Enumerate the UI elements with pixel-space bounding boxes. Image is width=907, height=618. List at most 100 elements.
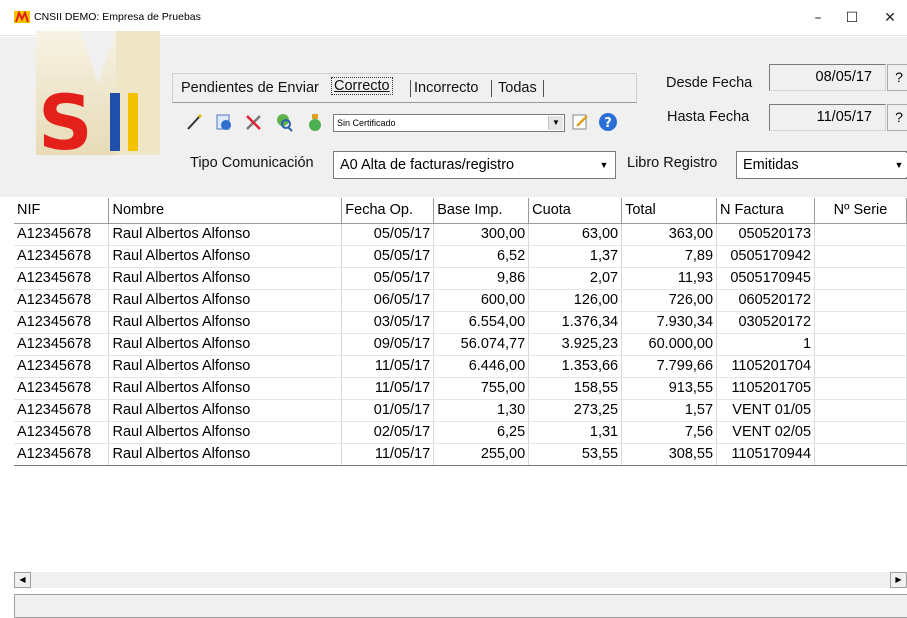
table-cell-nombre: Raul Albertos Alfonso xyxy=(108,333,343,356)
table-cell-n-factura: 0505170942 xyxy=(716,245,816,268)
table-cell-fecha-op: 05/05/17 xyxy=(341,223,435,246)
column-header-n-serie[interactable]: Nº Serie xyxy=(814,198,907,224)
close-button[interactable]: ✕ xyxy=(875,7,905,29)
table-row[interactable]: A12345678 Raul Albertos Alfonso 05/05/17 6,… xyxy=(14,245,907,268)
table-cell-cuota: 273,25 xyxy=(528,399,623,422)
column-header-total[interactable]: Total xyxy=(621,198,718,224)
table-cell-fecha-op: 02/05/17 xyxy=(341,421,435,444)
table-cell-nif: A12345678 xyxy=(14,245,110,268)
table-cell-n-factura: 0505170945 xyxy=(716,267,816,290)
table-cell-base-imp: 1,30 xyxy=(433,399,530,422)
edit-icon[interactable] xyxy=(570,112,590,132)
table-cell-total: 7,89 xyxy=(621,245,718,268)
table-cell-nombre: Raul Albertos Alfonso xyxy=(108,421,343,444)
table-cell-total: 363,00 xyxy=(621,223,718,246)
tab-correcto[interactable]: Correcto xyxy=(331,77,393,95)
table-cell-total: 1,57 xyxy=(621,399,718,422)
hasta-fecha-picker-button[interactable]: ? xyxy=(887,104,907,131)
tab-todas[interactable]: Todas xyxy=(498,80,537,96)
table-cell-nif: A12345678 xyxy=(14,421,110,444)
table-cell-nif: A12345678 xyxy=(14,377,110,400)
table-row[interactable]: A12345678 Raul Albertos Alfonso 02/05/17 6,… xyxy=(14,421,907,444)
table-cell-nombre: Raul Albertos Alfonso xyxy=(108,311,343,334)
column-header-fecha-op[interactable]: Fecha Op. xyxy=(341,198,435,224)
libro-registro-select[interactable]: Emitidas ▼ xyxy=(736,151,907,179)
table-cell-n-serie xyxy=(814,377,907,400)
table-cell-total: 7.930,34 xyxy=(621,311,718,334)
table-row[interactable]: A12345678 Raul Albertos Alfonso 11/05/17 25… xyxy=(14,443,907,466)
table-cell-nif: A12345678 xyxy=(14,333,110,356)
invoices-grid[interactable]: NIF Nombre Fecha Op. Base Imp. Cuota Tot… xyxy=(14,198,907,485)
hasta-fecha-field[interactable]: 11/05/17 xyxy=(769,104,886,131)
table-cell-total: 726,00 xyxy=(621,289,718,312)
certificate-bag-icon[interactable] xyxy=(305,112,325,132)
certificate-select[interactable]: Sin Certificado ▼ xyxy=(333,114,565,132)
table-cell-base-imp: 6.554,00 xyxy=(433,311,530,334)
table-cell-n-factura: VENT 02/05 xyxy=(716,421,816,444)
chevron-down-icon[interactable]: ▼ xyxy=(595,153,613,177)
table-cell-cuota: 2,07 xyxy=(528,267,623,290)
table-cell-total: 60.000,00 xyxy=(621,333,718,356)
table-row[interactable]: A12345678 Raul Albertos Alfonso 05/05/17 9,… xyxy=(14,267,907,290)
minimize-button[interactable]: – xyxy=(803,7,833,29)
table-cell-base-imp: 56.074,77 xyxy=(433,333,530,356)
table-cell-nombre: Raul Albertos Alfonso xyxy=(108,377,343,400)
table-row[interactable]: A12345678 Raul Albertos Alfonso 11/05/17 75… xyxy=(14,377,907,400)
table-cell-fecha-op: 06/05/17 xyxy=(341,289,435,312)
table-cell-base-imp: 6,25 xyxy=(433,421,530,444)
desde-fecha-label: Desde Fecha xyxy=(666,75,753,91)
table-cell-total: 11,93 xyxy=(621,267,718,290)
app-icon xyxy=(14,10,30,23)
table-body: A12345678 Raul Albertos Alfonso 05/05/17 30… xyxy=(14,223,907,466)
column-header-nif[interactable]: NIF xyxy=(14,198,110,224)
column-header-base-imp[interactable]: Base Imp. xyxy=(433,198,530,224)
table-cell-nombre: Raul Albertos Alfonso xyxy=(108,223,343,246)
scroll-right-arrow-icon[interactable]: ▶ xyxy=(890,572,907,588)
horizontal-scrollbar[interactable]: ◀ ▶ xyxy=(14,572,907,588)
table-row[interactable]: A12345678 Raul Albertos Alfonso 05/05/17 30… xyxy=(14,223,907,246)
maximize-button[interactable]: ☐ xyxy=(837,7,867,29)
table-cell-cuota: 63,00 xyxy=(528,223,623,246)
table-cell-nombre: Raul Albertos Alfonso xyxy=(108,443,343,466)
table-row[interactable]: A12345678 Raul Albertos Alfonso 06/05/17 60… xyxy=(14,289,907,312)
column-header-nombre[interactable]: Nombre xyxy=(108,198,343,224)
tools-icon[interactable] xyxy=(244,112,264,132)
table-row[interactable]: A12345678 Raul Albertos Alfonso 11/05/17 6.… xyxy=(14,355,907,378)
desde-fecha-picker-button[interactable]: ? xyxy=(887,64,907,91)
column-header-n-factura[interactable]: N Factura xyxy=(716,198,816,224)
table-cell-nombre: Raul Albertos Alfonso xyxy=(108,399,343,422)
tab-separator xyxy=(410,80,411,97)
table-cell-nif: A12345678 xyxy=(14,289,110,312)
table-cell-cuota: 53,55 xyxy=(528,443,623,466)
tab-incorrecto[interactable]: Incorrecto xyxy=(414,80,478,96)
svg-text:?: ? xyxy=(604,116,612,131)
table-cell-nif: A12345678 xyxy=(14,443,110,466)
table-row[interactable]: A12345678 Raul Albertos Alfonso 01/05/17 1,… xyxy=(14,399,907,422)
table-cell-nif: A12345678 xyxy=(14,267,110,290)
chevron-down-icon[interactable]: ▼ xyxy=(548,116,563,130)
tab-pendientes[interactable]: Pendientes de Enviar xyxy=(181,80,319,96)
svg-text:S: S xyxy=(38,78,93,155)
table-cell-fecha-op: 05/05/17 xyxy=(341,245,435,268)
table-row[interactable]: A12345678 Raul Albertos Alfonso 09/05/17 56… xyxy=(14,333,907,356)
table-cell-total: 308,55 xyxy=(621,443,718,466)
help-icon[interactable]: ? xyxy=(598,112,618,132)
search-globe-icon[interactable] xyxy=(273,112,293,132)
table-cell-fecha-op: 03/05/17 xyxy=(341,311,435,334)
tipo-comunicacion-select[interactable]: A0 Alta de facturas/registro ▼ xyxy=(333,151,616,179)
table-cell-total: 7.799,66 xyxy=(621,355,718,378)
table-cell-n-serie xyxy=(814,267,907,290)
desde-fecha-field[interactable]: 08/05/17 xyxy=(769,64,886,91)
table-cell-n-factura: VENT 01/05 xyxy=(716,399,816,422)
document-icon[interactable] xyxy=(214,112,234,132)
table-cell-fecha-op: 01/05/17 xyxy=(341,399,435,422)
scroll-left-arrow-icon[interactable]: ◀ xyxy=(14,572,31,588)
table-row[interactable]: A12345678 Raul Albertos Alfonso 03/05/17 6.… xyxy=(14,311,907,334)
table-cell-nombre: Raul Albertos Alfonso xyxy=(108,267,343,290)
table-cell-n-factura: 060520172 xyxy=(716,289,816,312)
table-cell-cuota: 1.376,34 xyxy=(528,311,623,334)
libro-registro-label: Libro Registro xyxy=(627,155,718,171)
chevron-down-icon[interactable]: ▼ xyxy=(890,153,907,177)
magic-wand-icon[interactable] xyxy=(184,112,204,132)
column-header-cuota[interactable]: Cuota xyxy=(528,198,623,224)
